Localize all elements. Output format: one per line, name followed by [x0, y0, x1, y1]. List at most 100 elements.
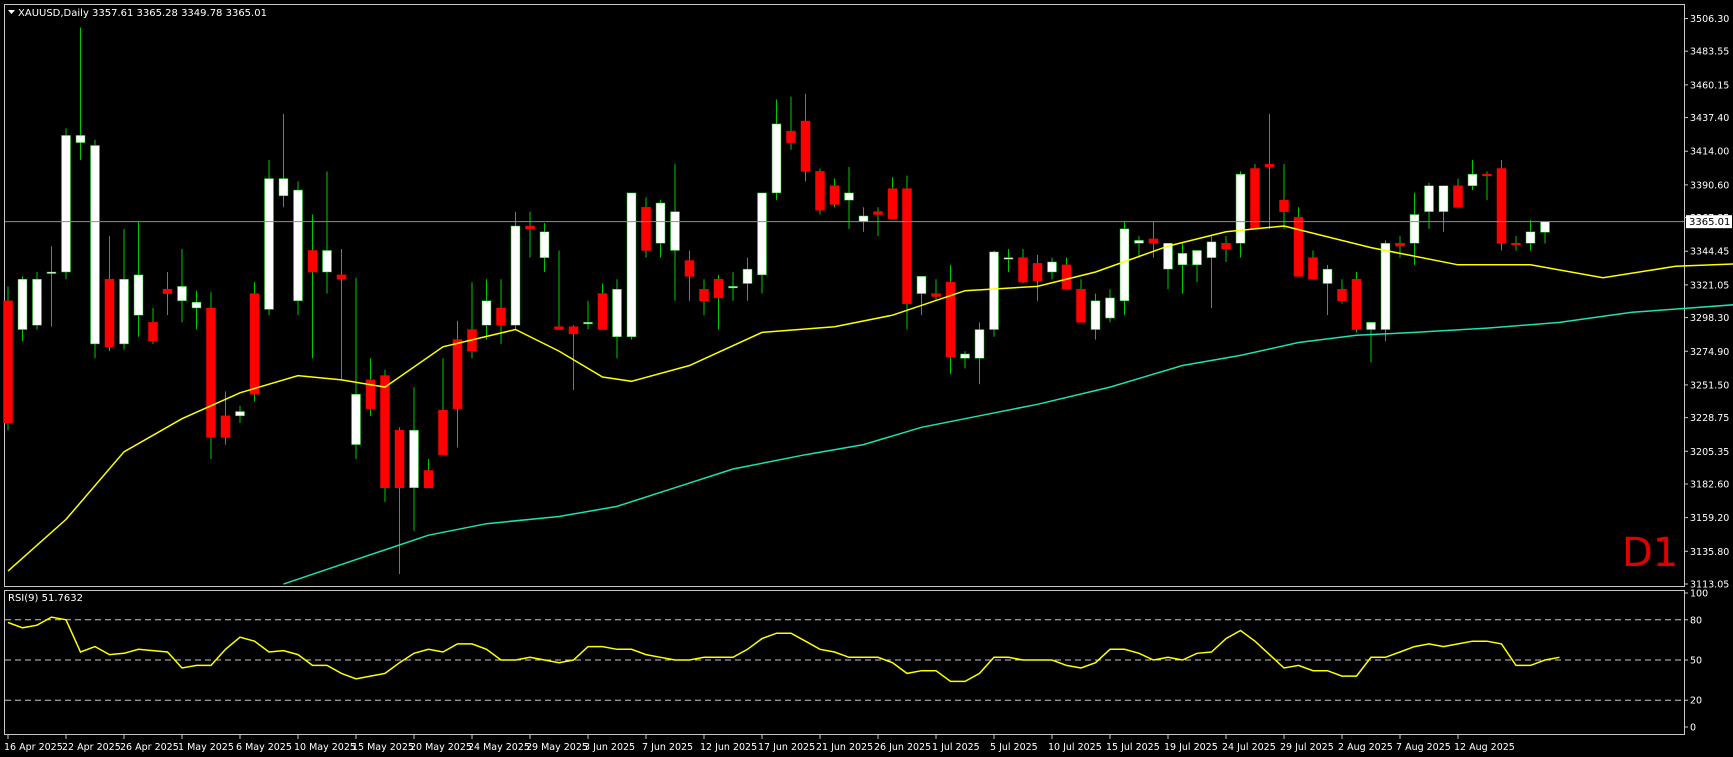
candle-bear	[554, 326, 564, 330]
date-tick-label: 29 May 2025	[526, 742, 588, 753]
candle-bear	[800, 120, 811, 172]
candle-bull	[75, 135, 86, 143]
candle-bear	[336, 274, 347, 280]
price-tick-label: 3414.00	[1690, 147, 1729, 158]
price-tick-label: 3483.55	[1690, 47, 1729, 58]
candle-bull	[1235, 173, 1246, 244]
candle-bear	[1018, 257, 1028, 283]
date-tick-label: 26 Apr 2025	[120, 742, 179, 753]
date-tick-label: 12 Aug 2025	[1454, 742, 1515, 753]
candle-bear	[206, 307, 216, 438]
candle-bear	[887, 188, 898, 220]
candle-bull	[17, 278, 28, 330]
date-tick-label: 2 Aug 2025	[1338, 742, 1393, 753]
date-tick-label: 15 May 2025	[352, 742, 414, 753]
candle-bull	[742, 268, 753, 284]
candle-bull	[858, 215, 869, 222]
candle-bull	[626, 192, 637, 337]
background	[0, 0, 1733, 757]
timeframe-label: D1	[1622, 530, 1678, 576]
candle-bear	[873, 211, 883, 215]
candle-bull	[90, 145, 100, 345]
candle-bull	[1322, 268, 1333, 284]
candle-bull	[1192, 250, 1202, 266]
candle-bear	[1250, 168, 1260, 230]
candle-bull	[670, 211, 680, 251]
candle-bear	[148, 322, 158, 342]
candle-bull	[655, 202, 666, 244]
candle-bull	[916, 276, 927, 294]
candle-bull	[177, 286, 187, 302]
candle-bull	[539, 231, 550, 258]
candle-bear	[1148, 238, 1159, 244]
candle-bull	[1206, 241, 1217, 258]
price-tick-label: 3159.20	[1690, 513, 1729, 524]
date-tick-label: 17 Jun 2025	[758, 742, 815, 753]
candle-bear	[684, 260, 695, 277]
date-tick-label: 26 Jun 2025	[874, 742, 931, 753]
candle-bear	[307, 250, 318, 273]
chart-header: XAUUSD,Daily 3357.61 3365.28 3349.78 336…	[8, 8, 267, 19]
candle-bear	[525, 225, 535, 230]
candle-bear	[1076, 289, 1086, 323]
date-tick-label: 3 Jun 2025	[584, 742, 635, 753]
date-tick-label: 5 Jul 2025	[990, 742, 1038, 753]
candle-bear	[1308, 257, 1318, 280]
candle-bear	[1496, 168, 1507, 244]
candle-bull	[1380, 243, 1391, 330]
price-tick-label: 3182.60	[1690, 479, 1729, 490]
candle-bull	[1105, 297, 1115, 319]
candle-bear	[3, 300, 13, 424]
candle-bear	[1293, 217, 1304, 277]
date-tick-label: 24 Jul 2025	[1222, 742, 1276, 753]
current-price-tag-text: 3365.01	[1689, 217, 1730, 228]
candle-bear	[699, 289, 709, 302]
chart-canvas: XAUUSD,Daily 3357.61 3365.28 3349.78 336…	[0, 0, 1733, 757]
rsi-tick-label: 20	[1690, 696, 1702, 707]
candle-bull	[1090, 300, 1101, 330]
date-tick-label: 20 May 2025	[410, 742, 472, 753]
candle-bull	[1134, 240, 1144, 244]
candle-bear	[1482, 173, 1492, 176]
date-tick-label: 22 Apr 2025	[62, 742, 121, 753]
candle-bear	[1395, 243, 1405, 247]
candle-bull	[46, 271, 57, 274]
candle-bear	[641, 207, 651, 251]
candle-bull	[728, 286, 738, 289]
candle-bull	[989, 251, 999, 330]
candle-bear	[1279, 199, 1289, 212]
candle-bull	[351, 394, 361, 445]
date-tick-label: 10 Jul 2025	[1048, 742, 1102, 753]
price-tick-label: 3228.75	[1690, 413, 1729, 424]
date-tick-label: 1 May 2025	[178, 742, 234, 753]
rsi-tick-label: 100	[1690, 589, 1708, 600]
price-tick-label: 3390.60	[1690, 180, 1729, 191]
candle-bear	[438, 409, 448, 455]
candle-bull	[844, 192, 854, 201]
candle-bull	[1424, 185, 1434, 212]
candle-bull	[583, 322, 593, 325]
candle-bear	[713, 278, 724, 299]
date-tick-label: 6 May 2025	[236, 742, 292, 753]
candle-bear	[829, 185, 840, 205]
candle-bear	[496, 307, 506, 326]
candle-bull	[119, 278, 129, 345]
price-tick-label: 3251.50	[1690, 380, 1729, 391]
candle-bull	[1525, 231, 1536, 244]
candle-bull	[1438, 185, 1449, 212]
candle-bear	[815, 171, 825, 211]
date-tick-label: 15 Jul 2025	[1106, 742, 1160, 753]
date-tick-label: 24 May 2025	[468, 742, 530, 753]
candle-bear	[1511, 243, 1521, 246]
date-tick-label: 29 Jul 2025	[1280, 742, 1334, 753]
candle-bull	[1409, 214, 1420, 244]
candle-bear	[380, 375, 390, 488]
candle-bull	[1177, 253, 1188, 266]
candle-bear	[786, 130, 796, 143]
price-tick-label: 3321.05	[1690, 280, 1729, 291]
candle-bear	[1032, 263, 1043, 281]
candle-bull	[133, 274, 144, 316]
candle-bear	[1221, 243, 1231, 250]
candle-bear	[104, 278, 115, 348]
candle-bear	[1337, 289, 1347, 302]
